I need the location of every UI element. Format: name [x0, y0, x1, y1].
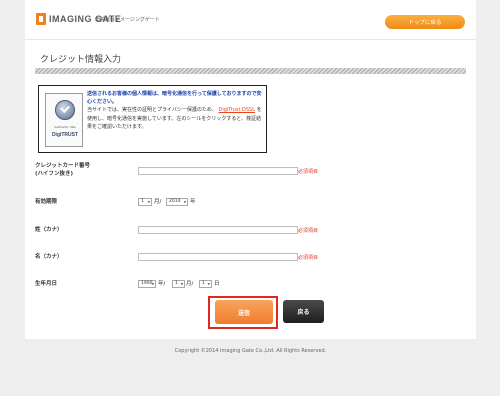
- title-divider: [35, 68, 466, 74]
- birth-year-unit: 年/: [158, 281, 166, 287]
- submit-button[interactable]: 送信: [215, 300, 273, 324]
- tagline: 年賀状はイメージングゲート: [95, 17, 160, 23]
- given-name-kana-input[interactable]: [138, 253, 298, 261]
- birth-month-select[interactable]: 1: [172, 280, 185, 288]
- trust-text: 送信されるお客様の個人情報は、暗号化通信を行って保護しておりますので安心ください…: [87, 90, 263, 131]
- trust-body-start: 当サイトでは、実在性の証明とプライバシー保護のため、: [87, 107, 217, 114]
- seal-brand: DigiTRUST: [51, 132, 79, 138]
- security-notice: 送信されるお客様の個人情報は、暗号化通信を行って保護しておりますので安心ください…: [87, 91, 262, 106]
- given-name-kana-required: 必須項目: [298, 255, 319, 261]
- header: IMAGING GATE 年賀状はイメージングゲート トップに戻る: [25, 0, 476, 40]
- expiry-year-unit: 年: [190, 199, 196, 205]
- expiry-year-select[interactable]: 2014: [166, 198, 188, 206]
- seal-caption: Authentic Site: [54, 125, 76, 129]
- logo-mark-icon: [36, 13, 46, 25]
- surname-kana-required: 必須項目: [298, 228, 319, 234]
- birth-day-select[interactable]: 1: [199, 280, 212, 288]
- birth-year-select[interactable]: 1900: [138, 280, 156, 288]
- given-name-kana-label: 名（カナ）: [35, 254, 63, 260]
- expiry-month-unit: 月/: [154, 199, 162, 205]
- card-number-input[interactable]: [138, 167, 298, 175]
- back-to-top-button[interactable]: トップに戻る: [385, 15, 465, 29]
- card-number-label-line1: クレジットカード番号: [35, 163, 91, 169]
- surname-kana-label: 姓（カナ）: [35, 227, 63, 233]
- expiry-label: 有効期限: [35, 199, 58, 205]
- card-number-required: 必須項目: [298, 169, 319, 175]
- page: IMAGING GATE 年賀状はイメージングゲート トップに戻る クレジット情…: [25, 0, 476, 396]
- birthdate-label: 生年月日: [35, 281, 58, 287]
- copyright: Copyright ©2014 Imaging Gate Co.,Ltd. Al…: [174, 348, 327, 354]
- birth-month-unit: 月/: [186, 281, 194, 287]
- back-button[interactable]: 戻る: [283, 300, 324, 323]
- ssl-trust-box: Authentic Site DigiTRUST 送信されるお客様の個人情報は、…: [38, 85, 267, 153]
- digitrust-seal[interactable]: Authentic Site DigiTRUST: [45, 93, 83, 147]
- expiry-month-select[interactable]: 1: [138, 198, 152, 206]
- birth-day-unit: 日: [214, 281, 220, 287]
- surname-kana-input[interactable]: [138, 226, 298, 234]
- page-title: クレジット情報入力: [40, 55, 122, 65]
- digitrust-link[interactable]: DigiTrust DSSL: [219, 107, 255, 113]
- card-number-label: クレジットカード番号 (ハイフン抜き): [35, 162, 90, 178]
- footer: Copyright ©2014 Imaging Gate Co.,Ltd. Al…: [25, 339, 476, 396]
- card-number-label-line2: (ハイフン抜き): [35, 171, 74, 177]
